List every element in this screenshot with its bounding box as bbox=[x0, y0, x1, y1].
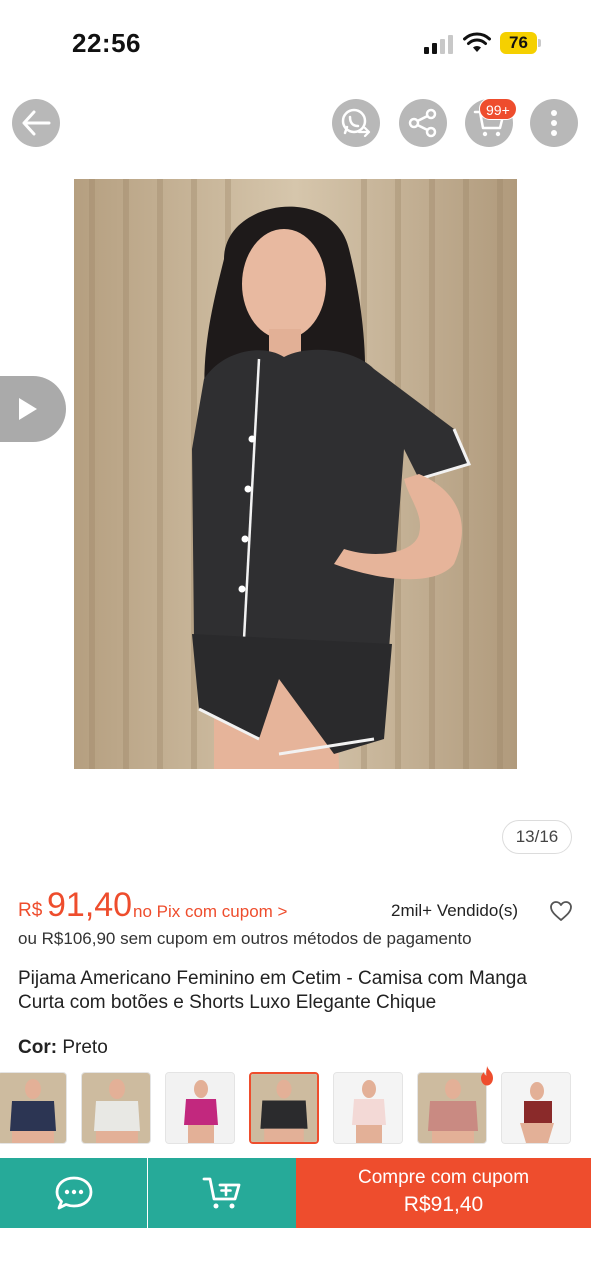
variant-image bbox=[0, 1073, 66, 1143]
whatsapp-share-button[interactable] bbox=[332, 99, 380, 147]
variant-thumb[interactable] bbox=[333, 1072, 403, 1144]
video-play-button[interactable] bbox=[0, 376, 66, 442]
alt-price-text: ou R$106,90 sem cupom em outros métodos … bbox=[18, 929, 472, 948]
buy-with-coupon-button[interactable]: Compre com cupom R$91,40 bbox=[296, 1158, 591, 1228]
variant-thumb[interactable] bbox=[501, 1072, 571, 1144]
color-label: Cor: bbox=[18, 1037, 58, 1058]
product-main-image[interactable] bbox=[74, 179, 517, 769]
more-vertical-icon bbox=[551, 110, 557, 136]
status-bar: 22:56 76 bbox=[0, 0, 591, 86]
image-counter: 13/16 bbox=[502, 820, 572, 854]
variant-thumb[interactable] bbox=[165, 1072, 235, 1144]
price-currency: R$ bbox=[18, 900, 43, 921]
variant-thumb-selected[interactable] bbox=[249, 1072, 319, 1144]
favorite-heart-icon[interactable] bbox=[549, 900, 573, 922]
pix-coupon-link[interactable]: no Pix com cupom > bbox=[133, 902, 288, 922]
product-photo bbox=[74, 179, 517, 769]
variant-image bbox=[251, 1074, 317, 1142]
variant-image bbox=[418, 1073, 486, 1143]
product-title: Pijama Americano Feminino em Cetim - Cam… bbox=[18, 968, 527, 1013]
chat-button[interactable] bbox=[0, 1158, 147, 1228]
share-button[interactable] bbox=[399, 99, 447, 147]
color-value: Preto bbox=[62, 1037, 108, 1058]
cellular-signal-icon bbox=[424, 34, 454, 54]
chat-icon bbox=[55, 1176, 92, 1210]
variant-image bbox=[82, 1073, 150, 1143]
bottom-action-bar: Compre com cupom R$91,40 bbox=[0, 1158, 591, 1228]
variant-image bbox=[502, 1073, 570, 1143]
back-button[interactable] bbox=[12, 99, 60, 147]
whatsapp-share-icon bbox=[341, 108, 371, 138]
share-icon bbox=[408, 108, 437, 138]
variant-thumb[interactable] bbox=[81, 1072, 151, 1144]
fire-icon bbox=[481, 1066, 493, 1086]
battery-indicator: 76 bbox=[500, 32, 542, 54]
variant-thumb[interactable] bbox=[417, 1072, 487, 1144]
play-icon bbox=[19, 398, 37, 420]
buy-button-label: Compre com cupom bbox=[357, 1167, 530, 1188]
price-value: 91,40 bbox=[47, 886, 133, 924]
price-row: R$ 91,40 no Pix com cupom > 2mil+ Vendid… bbox=[18, 886, 578, 926]
variant-thumbnails bbox=[0, 1072, 591, 1144]
more-options-button[interactable] bbox=[530, 99, 578, 147]
variant-image bbox=[334, 1073, 402, 1143]
buy-button-price: R$91,40 bbox=[403, 1193, 484, 1216]
back-arrow-icon bbox=[22, 110, 51, 136]
battery-level: 76 bbox=[509, 33, 528, 52]
cart-count-badge: 99+ bbox=[479, 98, 517, 120]
color-selection-label: Cor: Preto bbox=[18, 1037, 108, 1059]
add-to-cart-button[interactable] bbox=[148, 1158, 296, 1228]
sold-count: 2mil+ Vendido(s) bbox=[391, 901, 519, 920]
wifi-icon bbox=[463, 32, 491, 52]
status-time: 22:56 bbox=[72, 28, 141, 58]
variant-image bbox=[166, 1073, 234, 1143]
add-to-cart-icon bbox=[202, 1177, 241, 1209]
variant-thumb[interactable] bbox=[0, 1072, 67, 1144]
